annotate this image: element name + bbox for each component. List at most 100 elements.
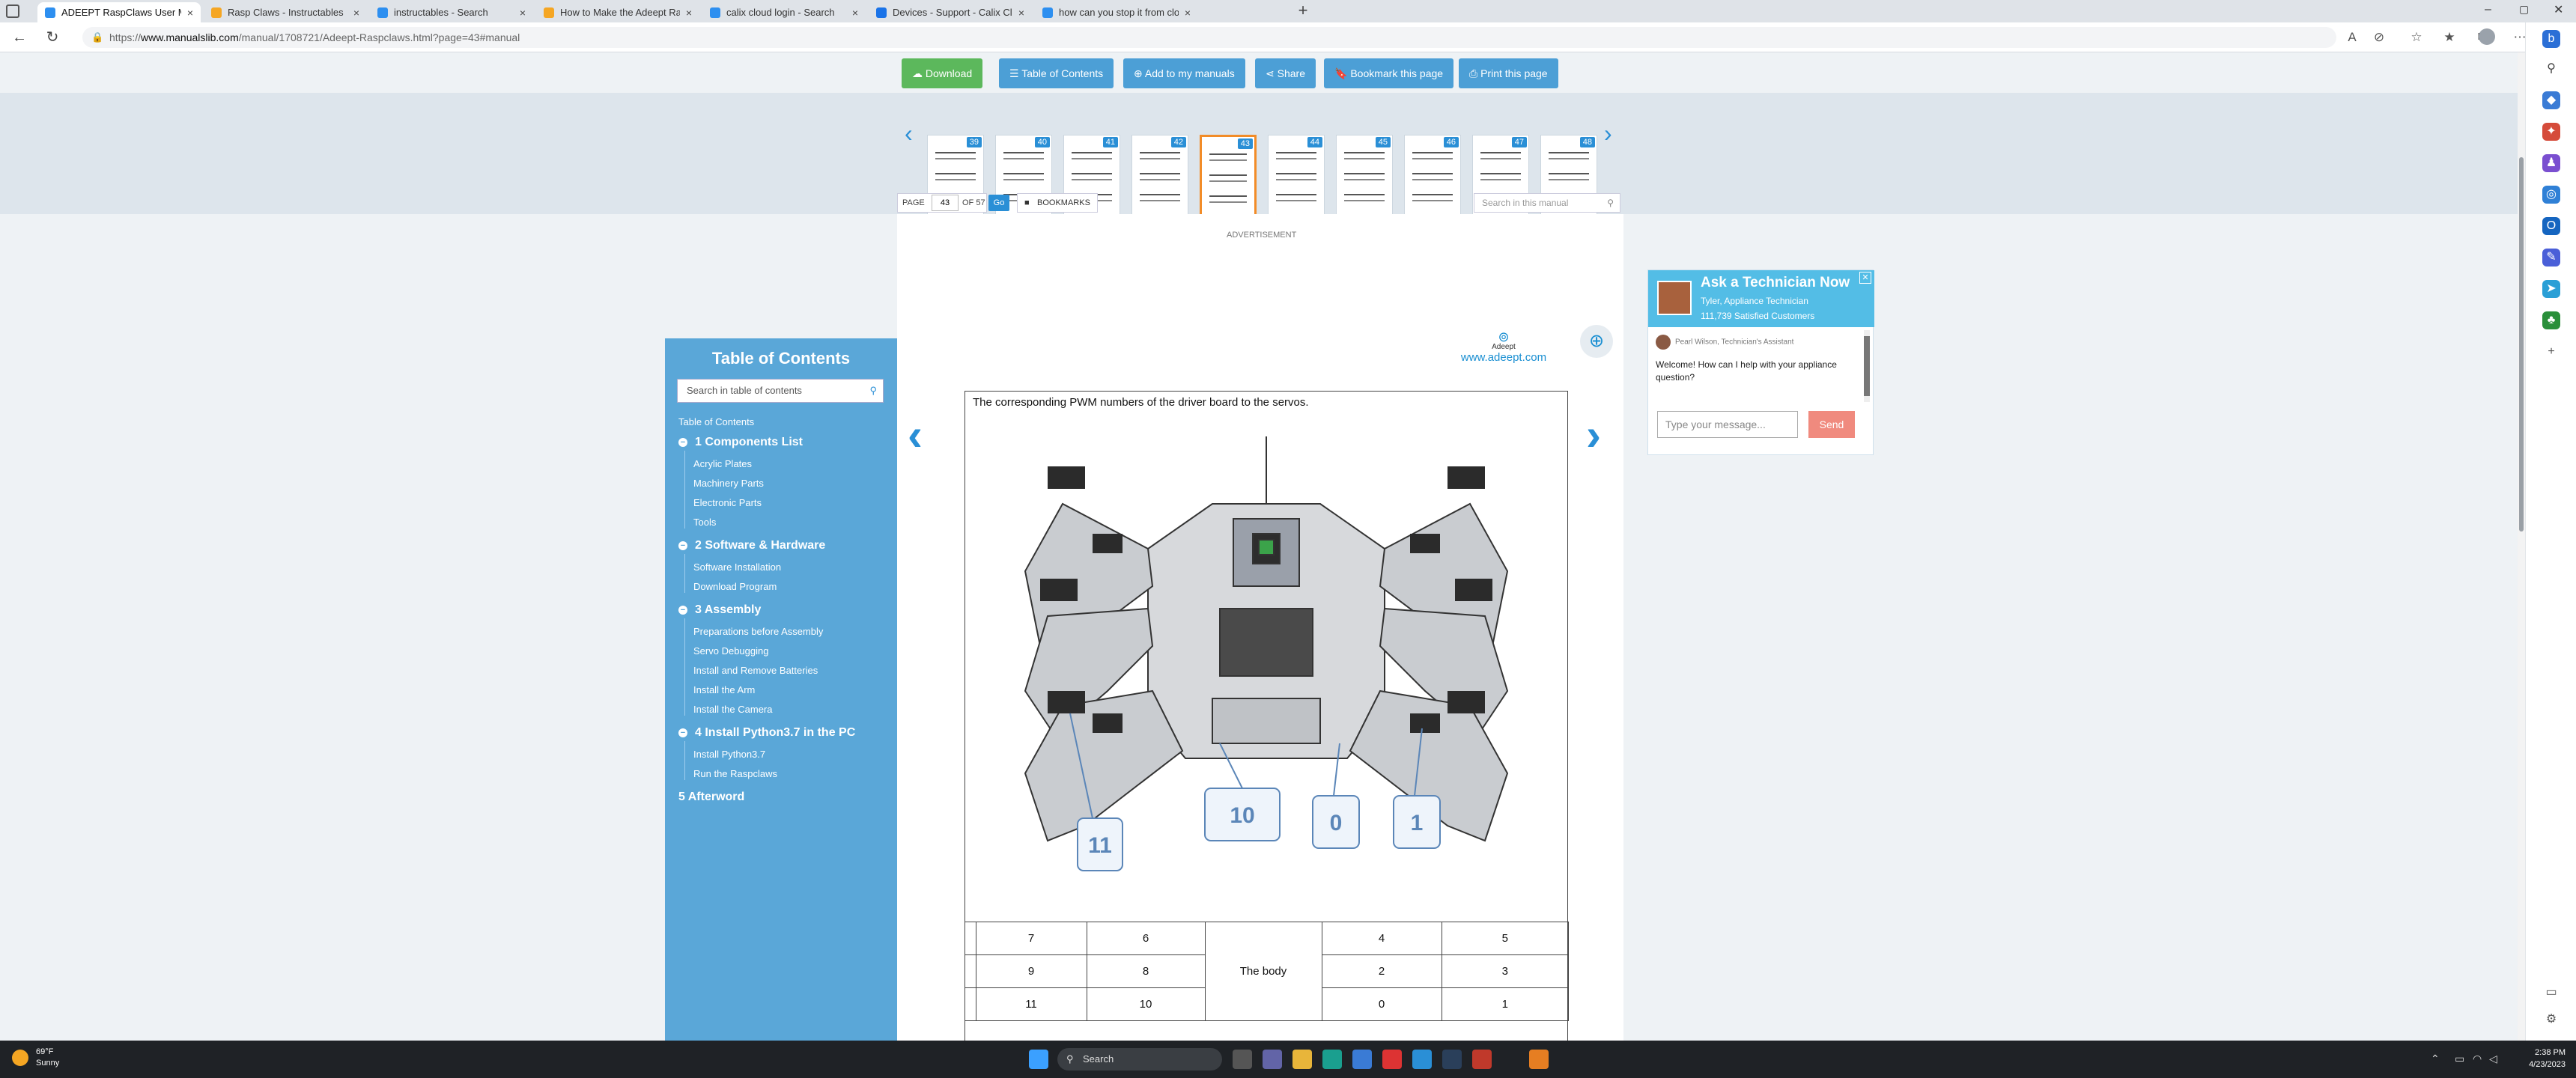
browser-tab[interactable]: calix cloud login - Search × xyxy=(702,2,866,22)
page-scrollbar-thumb[interactable] xyxy=(2519,157,2524,532)
refresh-button[interactable]: ↻ xyxy=(43,28,61,46)
browser-tab[interactable]: How to Make the Adeept Raspcl × xyxy=(536,2,699,22)
drop-icon[interactable]: ➤ xyxy=(2542,280,2560,298)
browser-icon[interactable] xyxy=(1412,1050,1432,1069)
outlook-icon[interactable]: O xyxy=(2542,217,2560,235)
microsoft-365-icon[interactable]: ◎ xyxy=(2542,186,2560,204)
toc-item[interactable]: Preparations before Assembly xyxy=(693,626,823,637)
store-icon[interactable] xyxy=(1352,1050,1372,1069)
bookmarks-button[interactable]: ■ BOOKMARKS xyxy=(1017,193,1098,213)
app-orange-icon[interactable] xyxy=(1529,1050,1549,1069)
toc-section[interactable]: −2 Software & Hardware xyxy=(678,539,825,552)
browser-tab[interactable]: how can you stop it from closing × xyxy=(1035,2,1198,22)
acrobat-icon[interactable] xyxy=(1382,1050,1402,1069)
toc-item[interactable]: Run the Raspclaws xyxy=(693,768,777,779)
task-view-icon[interactable] xyxy=(1233,1050,1252,1069)
thumb-prev-icon[interactable]: ‹ xyxy=(905,120,913,147)
toc-root-link[interactable]: Table of Contents xyxy=(678,416,754,427)
tab-actions-icon[interactable] xyxy=(6,4,19,18)
bookmark-button[interactable]: 🔖 Bookmark this page xyxy=(1324,58,1454,88)
close-window-button[interactable]: ✕ xyxy=(2554,2,2563,17)
tab-close-icon[interactable]: × xyxy=(1018,7,1024,19)
split-screen-icon[interactable]: ▭ xyxy=(2542,984,2560,1002)
toc-item[interactable]: Install the Camera xyxy=(693,704,773,715)
browser-tab[interactable]: ADEEPT RaspClaws User Manual × xyxy=(37,2,201,22)
profile-avatar[interactable] xyxy=(2479,28,2495,45)
download-button[interactable]: ☁ Download xyxy=(902,58,983,88)
network-icon[interactable]: ▭ xyxy=(2455,1053,2464,1065)
favorites-star-icon[interactable]: ☆ xyxy=(2408,29,2425,46)
windows-start-icon[interactable] xyxy=(1029,1050,1048,1069)
weather-widget[interactable]: 69°F Sunny xyxy=(12,1047,59,1069)
tab-close-icon[interactable]: × xyxy=(520,7,526,19)
url-field[interactable]: 🔒 https://www.manualslib.com/manual/1708… xyxy=(82,27,2336,48)
toc-item[interactable]: Download Program xyxy=(693,581,777,592)
tracking-prevention-icon[interactable]: ⊘ xyxy=(2371,29,2387,46)
close-icon[interactable]: ✕ xyxy=(1859,272,1871,284)
tab-close-icon[interactable]: × xyxy=(1185,7,1191,19)
toc-item[interactable]: Install the Arm xyxy=(693,684,755,695)
zoom-icon[interactable]: ⊕ xyxy=(1580,325,1613,358)
toc-item[interactable]: Tools xyxy=(693,517,716,528)
taskbar-search[interactable]: ⚲ Search xyxy=(1057,1048,1222,1071)
toc-item[interactable]: Electronic Parts xyxy=(693,497,762,508)
browser-tab[interactable]: instructables - Search × xyxy=(370,2,533,22)
toc-search-input[interactable]: Search in table of contents ⚲ xyxy=(677,379,884,403)
toc-afterword[interactable]: 5 Afterword xyxy=(678,791,744,804)
collapse-icon[interactable]: − xyxy=(678,606,687,615)
wifi-icon[interactable]: ◠ xyxy=(2473,1053,2482,1065)
new-tab-button[interactable]: + xyxy=(1294,2,1312,20)
tab-close-icon[interactable]: × xyxy=(187,7,193,19)
collapse-icon[interactable]: − xyxy=(678,728,687,737)
designer-icon[interactable]: ✎ xyxy=(2542,249,2560,267)
search-icon[interactable]: ⚲ xyxy=(2542,60,2560,78)
search-icon[interactable]: ⚲ xyxy=(869,380,877,402)
browser-tab[interactable]: Devices - Support - Calix Cloud × xyxy=(869,2,1032,22)
toc-item[interactable]: Servo Debugging xyxy=(693,645,768,657)
collapse-icon[interactable]: − xyxy=(678,541,687,550)
toc-item[interactable]: Machinery Parts xyxy=(693,478,764,489)
minimize-button[interactable]: – xyxy=(2485,3,2491,16)
app-icon[interactable]: ♣ xyxy=(2542,311,2560,329)
read-aloud-icon[interactable]: A xyxy=(2344,29,2360,46)
collapse-icon[interactable]: − xyxy=(678,438,687,447)
tab-close-icon[interactable]: × xyxy=(852,7,858,19)
steam-icon[interactable] xyxy=(1442,1050,1462,1069)
prev-page-icon[interactable]: ‹ xyxy=(908,409,923,460)
add-sidebar-icon[interactable]: + xyxy=(2542,343,2560,361)
bing-chat-icon[interactable]: b xyxy=(2542,30,2560,48)
shopping-icon[interactable]: ◆ xyxy=(2542,91,2560,109)
toc-section[interactable]: −1 Components List xyxy=(678,436,803,449)
chat-app-icon[interactable] xyxy=(1263,1050,1282,1069)
share-button[interactable]: ⋖ Share xyxy=(1255,58,1316,88)
thumb-next-icon[interactable]: › xyxy=(1604,120,1612,147)
favorites-icon[interactable]: ★ xyxy=(2441,29,2458,46)
tab-close-icon[interactable]: × xyxy=(353,7,359,19)
chevron-up-icon[interactable]: ⌃ xyxy=(2431,1053,2440,1065)
maximize-button[interactable]: ▢ xyxy=(2519,3,2529,16)
next-page-icon[interactable]: › xyxy=(1586,409,1601,460)
toc-item[interactable]: Acrylic Plates xyxy=(693,458,752,469)
lock-icon[interactable]: 🔒 xyxy=(91,27,103,48)
app-red-icon[interactable] xyxy=(1472,1050,1492,1069)
tools-icon[interactable]: ✦ xyxy=(2542,123,2560,141)
page-number-input[interactable]: 43 xyxy=(932,195,959,211)
go-button[interactable]: Go xyxy=(988,195,1009,211)
games-icon[interactable]: ♟ xyxy=(2542,154,2560,172)
toc-button[interactable]: ☰ Table of Contents xyxy=(999,58,1114,88)
toc-section[interactable]: −3 Assembly xyxy=(678,603,761,617)
toc-section[interactable]: −4 Install Python3.7 in the PC xyxy=(678,726,855,740)
volume-icon[interactable]: ◁ xyxy=(2489,1053,2497,1065)
send-button[interactable]: Send xyxy=(1808,411,1855,438)
tab-close-icon[interactable]: × xyxy=(686,7,692,19)
search-icon[interactable]: ⚲ xyxy=(1607,194,1614,212)
chat-message-input[interactable]: Type your message... xyxy=(1657,411,1798,438)
add-to-manuals-button[interactable]: ⊕ Add to my manuals xyxy=(1123,58,1245,88)
toc-item[interactable]: Software Installation xyxy=(693,561,781,573)
back-button[interactable]: ← xyxy=(10,28,28,46)
print-button[interactable]: ⎙ Print this page xyxy=(1459,58,1558,88)
browser-tab[interactable]: Rasp Claws - Instructables × xyxy=(204,2,367,22)
search-manual-input[interactable]: Search in this manual ⚲ xyxy=(1474,193,1620,213)
system-clock[interactable]: 2:38 PM 4/23/2023 xyxy=(2518,1047,2566,1071)
toc-item[interactable]: Install and Remove Batteries xyxy=(693,665,818,676)
